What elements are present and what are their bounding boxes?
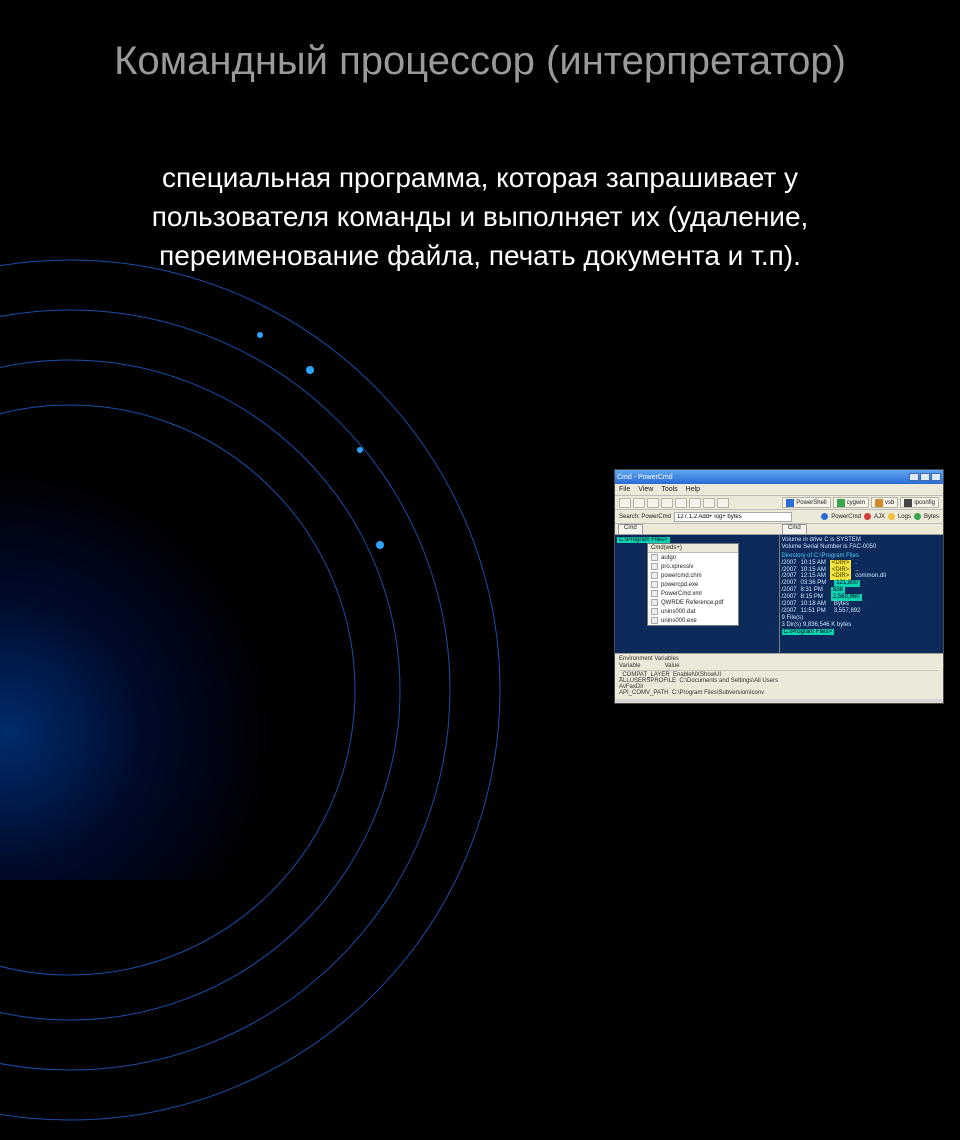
prompt-text: C:\Program Files> bbox=[782, 629, 835, 636]
dropdown-header: Cmd(wds+) bbox=[648, 544, 738, 553]
dropdown-item[interactable]: QWRDE Reference.pdf bbox=[648, 598, 738, 607]
search-bar: Search: PowerCmd PowerCmd AJX Logs Bytes bbox=[615, 510, 943, 524]
embedded-screenshot: Cmd - PowerCmd File View Tools Help Powe… bbox=[614, 469, 944, 704]
cygwin-icon bbox=[837, 499, 845, 507]
toolbar-shortcut-cygwin[interactable]: cygwin bbox=[833, 497, 869, 508]
maximize-button[interactable] bbox=[920, 473, 930, 481]
toolbar-button[interactable] bbox=[717, 498, 729, 508]
legend-label: PowerCmd bbox=[831, 514, 861, 520]
menu-help[interactable]: Help bbox=[686, 486, 700, 493]
toolbar-button[interactable] bbox=[703, 498, 715, 508]
console-text: Volume Serial Number is FAC-0050 bbox=[782, 544, 942, 551]
tab-cmd[interactable]: Cmd bbox=[782, 524, 807, 534]
console-right[interactable]: Volume in drive C is SYSTEM Volume Seria… bbox=[780, 535, 944, 653]
file-icon bbox=[651, 563, 658, 570]
console-text: Volume in drive C is SYSTEM bbox=[782, 537, 942, 544]
background-glow bbox=[0, 460, 280, 880]
legend-label: AJX bbox=[874, 514, 885, 520]
window-titlebar: Cmd - PowerCmd bbox=[615, 470, 943, 484]
console-text: Directory of C:\Program Files bbox=[782, 553, 942, 560]
dropdown-item[interactable]: autgo bbox=[648, 553, 738, 562]
legend-label: Logs bbox=[898, 514, 911, 520]
background-orbits bbox=[0, 240, 520, 1140]
close-button[interactable] bbox=[931, 473, 941, 481]
env-vars-panel: Environment Variables VariableValue _COM… bbox=[615, 653, 943, 699]
toolbar-shortcut-powershell[interactable]: PowerShell bbox=[782, 497, 830, 508]
toolbar-button[interactable] bbox=[675, 498, 687, 508]
vsb-icon bbox=[875, 499, 883, 507]
toolbar: PowerShell cygwin vsb ipconfig bbox=[615, 496, 943, 510]
menu-view[interactable]: View bbox=[638, 486, 653, 493]
file-icon bbox=[651, 572, 658, 579]
slide-title: Командный процессор (интерпретатор) bbox=[0, 36, 960, 86]
legend-dot-icon bbox=[821, 513, 828, 520]
dropdown-item[interactable]: powercpd.exe bbox=[648, 580, 738, 589]
file-icon bbox=[651, 581, 658, 588]
tab-strip: Cmd Cmd bbox=[615, 524, 943, 535]
window-title: Cmd - PowerCmd bbox=[617, 474, 673, 481]
toolbar-button[interactable] bbox=[633, 498, 645, 508]
minimize-button[interactable] bbox=[909, 473, 919, 481]
slide-body-text: специальная программа, которая запрашива… bbox=[100, 158, 860, 276]
console-panes: C:\Program Files> Cmd(wds+) autgo pro.xp… bbox=[615, 535, 943, 653]
dropdown-item[interactable]: powercmd.chm bbox=[648, 571, 738, 580]
file-icon bbox=[651, 617, 658, 624]
file-icon bbox=[651, 590, 658, 597]
dropdown-item[interactable]: unins000.exe bbox=[648, 616, 738, 625]
powershell-icon bbox=[786, 499, 794, 507]
dropdown-item[interactable]: unins000.dat bbox=[648, 607, 738, 616]
file-icon bbox=[651, 599, 658, 606]
autocomplete-dropdown: Cmd(wds+) autgo pro.xpressiv powercmd.ch… bbox=[647, 543, 739, 626]
toolbar-shortcut-vsb[interactable]: vsb bbox=[871, 497, 898, 508]
toolbar-button[interactable] bbox=[689, 498, 701, 508]
column-header: Value bbox=[665, 663, 680, 669]
menu-bar: File View Tools Help bbox=[615, 484, 943, 496]
legend-dot-icon bbox=[888, 513, 895, 520]
toolbar-button[interactable] bbox=[619, 498, 631, 508]
dropdown-item[interactable]: PowerCmd.xml bbox=[648, 589, 738, 598]
search-label: Search: PowerCmd bbox=[619, 514, 671, 520]
dropdown-item[interactable]: pro.xpressiv bbox=[648, 562, 738, 571]
toolbar-button[interactable] bbox=[647, 498, 659, 508]
legend-dot-icon bbox=[914, 513, 921, 520]
column-header: Variable bbox=[619, 663, 641, 669]
menu-tools[interactable]: Tools bbox=[661, 486, 677, 493]
legend-label: Bytes bbox=[924, 514, 939, 520]
toolbar-shortcut-ipconfig[interactable]: ipconfig bbox=[900, 497, 939, 508]
console-left[interactable]: C:\Program Files> Cmd(wds+) autgo pro.xp… bbox=[615, 535, 780, 653]
tab-cmd[interactable]: Cmd bbox=[618, 524, 643, 534]
toolbar-button[interactable] bbox=[661, 498, 673, 508]
env-vars-heading: Environment Variables bbox=[619, 656, 939, 662]
file-icon bbox=[651, 608, 658, 615]
ipconfig-icon bbox=[904, 499, 912, 507]
search-input[interactable] bbox=[674, 512, 792, 522]
file-icon bbox=[651, 554, 658, 561]
menu-file[interactable]: File bbox=[619, 486, 630, 493]
legend-dot-icon bbox=[864, 513, 871, 520]
